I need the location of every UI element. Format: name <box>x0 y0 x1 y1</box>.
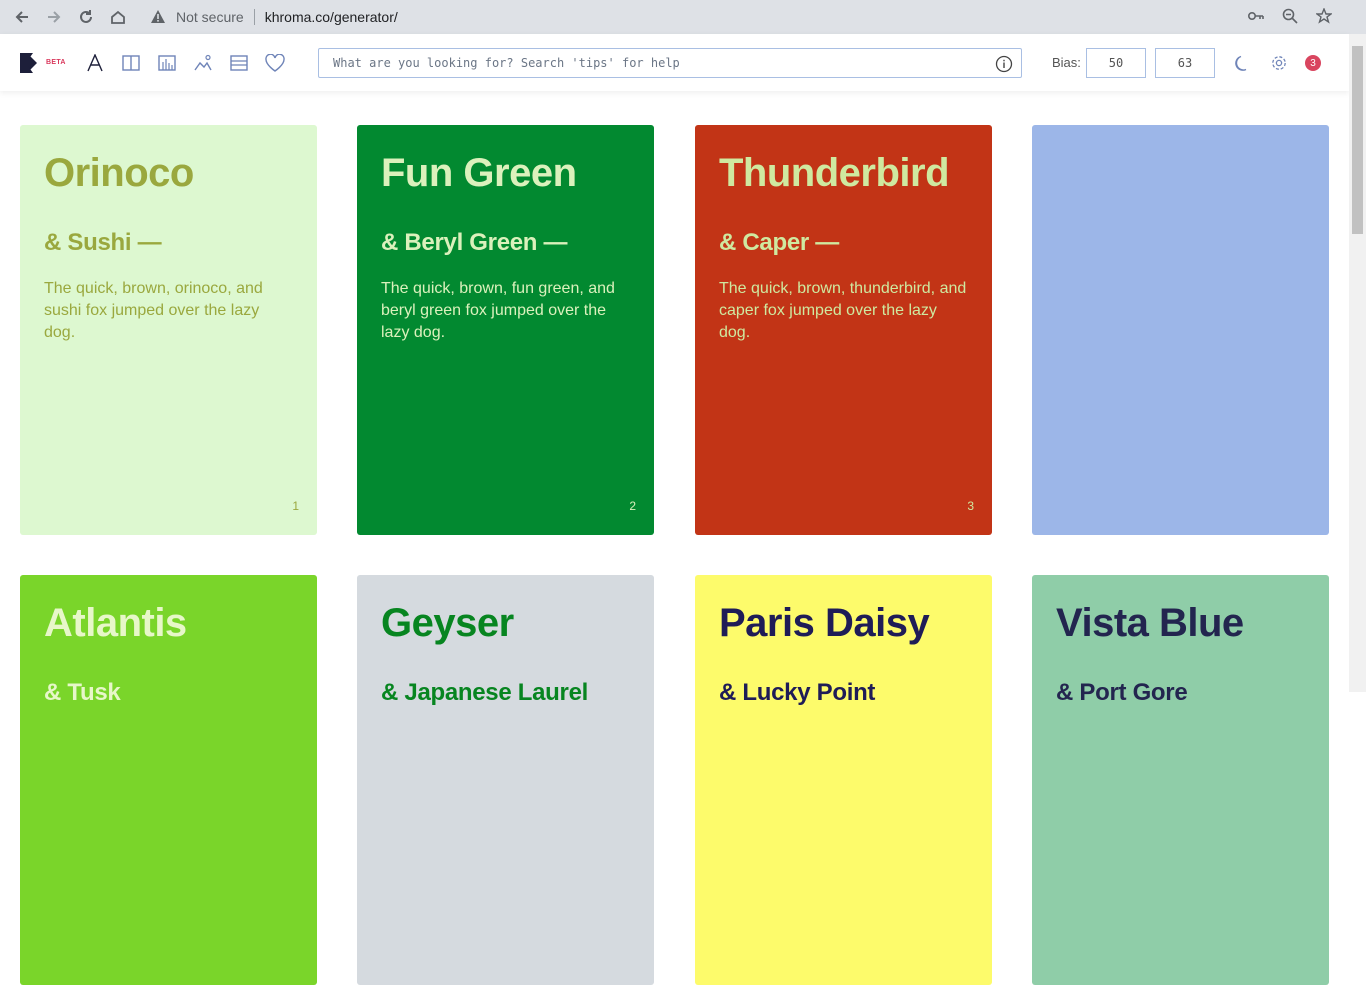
address-bar[interactable]: Not secure khroma.co/generator/ <box>138 2 1334 31</box>
card-number: 3 <box>967 499 974 513</box>
settings-icon[interactable] <box>1269 53 1289 73</box>
card-subtitle: & Port Gore <box>1056 679 1188 706</box>
color-card[interactable]: Paris Daisy & Lucky Point <box>695 575 992 985</box>
home-icon[interactable] <box>102 1 134 33</box>
warning-icon <box>148 10 168 23</box>
dark-mode-icon[interactable] <box>1233 53 1253 73</box>
color-card[interactable]: Vista Blue & Port Gore <box>1032 575 1329 985</box>
card-title: Paris Daisy <box>719 601 930 645</box>
card-title: Atlantis <box>44 601 187 645</box>
card-subtitle: & Beryl Green — <box>381 229 568 256</box>
notification-badge[interactable]: 3 <box>1305 55 1321 71</box>
search-field[interactable] <box>318 48 1022 78</box>
card-subtitle: & Japanese Laurel <box>381 679 588 706</box>
card-title: Vista Blue <box>1056 601 1244 645</box>
card-title: Orinoco <box>44 151 194 195</box>
card-subtitle: & Sushi — <box>44 229 162 256</box>
bias-label: Bias: <box>1052 55 1081 70</box>
browser-toolbar: Not secure khroma.co/generator/ <box>0 0 1366 34</box>
card-number: 2 <box>629 499 636 513</box>
color-card[interactable]: Fun Green & Beryl Green — The quick, bro… <box>357 125 654 535</box>
security-label: Not secure <box>176 8 244 25</box>
color-card[interactable]: Thunderbird & Caper — The quick, brown, … <box>695 125 992 535</box>
page-scrollbar[interactable] <box>1349 34 1366 692</box>
gradient-icon[interactable] <box>156 52 178 74</box>
card-body: The quick, brown, fun green, and beryl g… <box>381 280 615 341</box>
card-subtitle: & Tusk <box>44 679 121 706</box>
bias-input-2[interactable]: 63 <box>1155 48 1215 78</box>
forward-icon[interactable] <box>38 1 70 33</box>
url-text[interactable]: khroma.co/generator/ <box>265 9 398 25</box>
card-number: 1 <box>292 499 299 513</box>
app-header: BETA Bias: 50 63 3 <box>0 34 1349 91</box>
star-icon[interactable] <box>1314 6 1334 26</box>
key-icon[interactable] <box>1246 6 1266 26</box>
color-card[interactable]: Orinoco & Sushi — The quick, brown, orin… <box>20 125 317 535</box>
card-title: Geyser <box>381 601 514 645</box>
reload-icon[interactable] <box>70 1 102 33</box>
image-icon[interactable] <box>192 52 214 74</box>
search-input[interactable] <box>319 56 979 70</box>
omnibox-separator <box>253 8 255 25</box>
poster-icon[interactable] <box>120 52 142 74</box>
card-title: Fun Green <box>381 151 577 195</box>
zoom-icon[interactable] <box>1280 6 1300 26</box>
heart-icon[interactable] <box>264 52 286 74</box>
scrollbar-thumb[interactable] <box>1352 46 1363 234</box>
logo-mark-icon <box>20 52 40 73</box>
color-card[interactable]: Geyser & Japanese Laurel <box>357 575 654 985</box>
card-title: Thunderbird <box>719 151 950 195</box>
card-body: The quick, brown, orinoco, and sushi fox… <box>44 280 263 341</box>
color-card[interactable]: Atlantis & Tusk <box>20 575 317 985</box>
color-card[interactable] <box>1032 125 1329 535</box>
khroma-logo[interactable]: BETA <box>20 52 66 73</box>
beta-label: BETA <box>46 59 66 66</box>
bias-input-1[interactable]: 50 <box>1086 48 1146 78</box>
card-subtitle: & Caper — <box>719 229 839 256</box>
info-icon[interactable] <box>995 55 1013 73</box>
card-subtitle: & Lucky Point <box>719 679 876 706</box>
typography-icon[interactable] <box>84 52 106 74</box>
swatch-icon[interactable] <box>228 52 250 74</box>
card-body: The quick, brown, thunderbird, and caper… <box>719 280 967 341</box>
back-icon[interactable] <box>6 1 38 33</box>
